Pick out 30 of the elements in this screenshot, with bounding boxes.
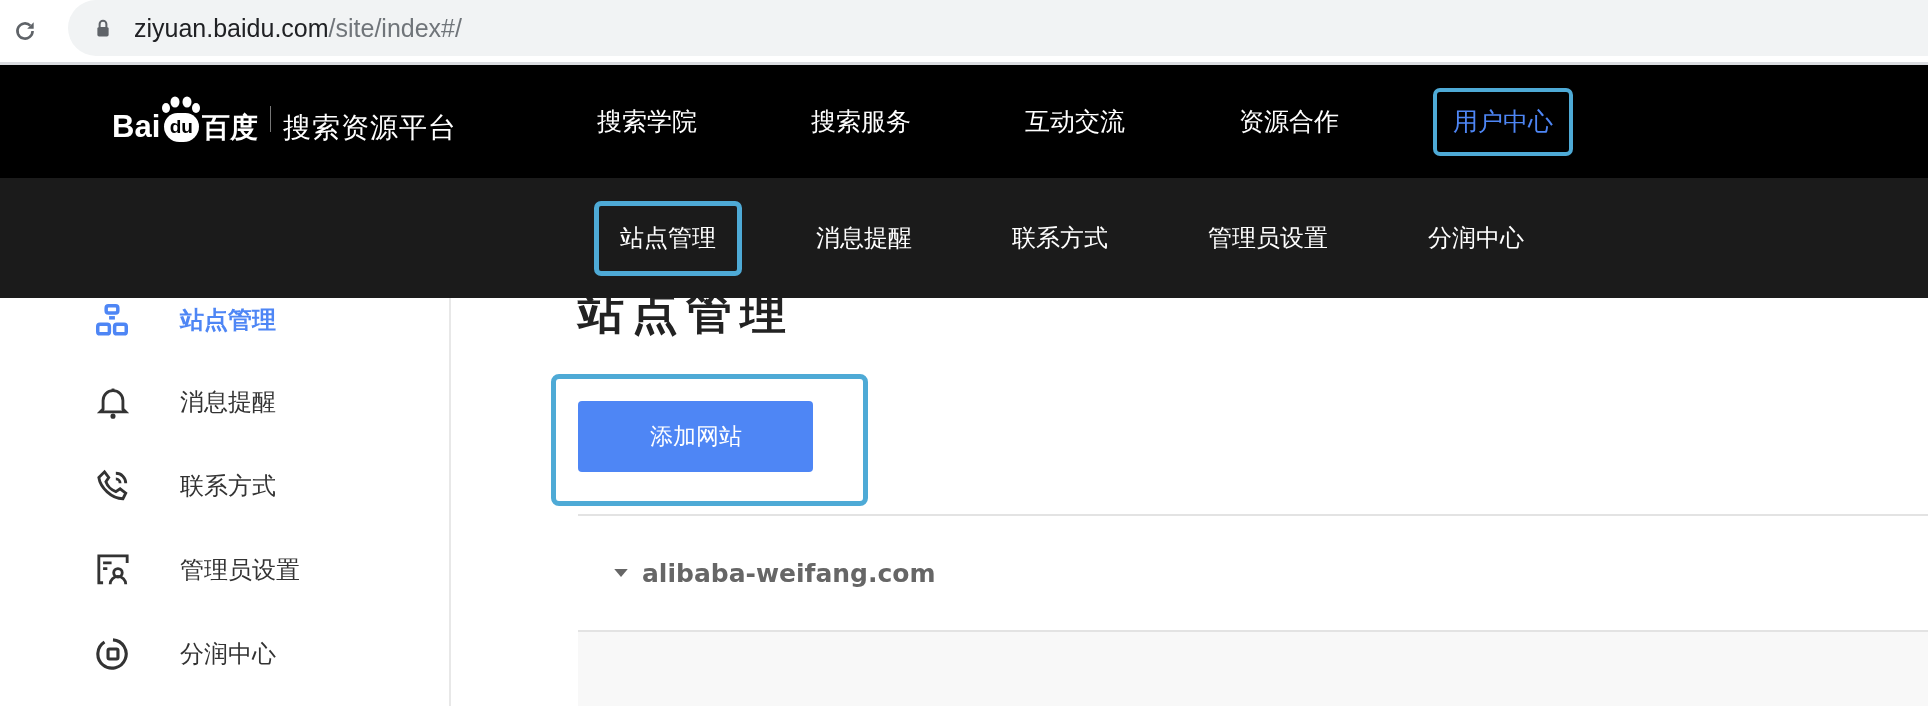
- subnav-tab[interactable]: 分润中心: [1402, 200, 1550, 276]
- nav-tab[interactable]: 互动交流: [1005, 87, 1145, 156]
- nav-tab[interactable]: 搜索服务: [791, 87, 931, 156]
- subnav-tab[interactable]: 管理员设置: [1182, 200, 1354, 276]
- logo-latin-text: Bai: [112, 110, 161, 142]
- lock-icon: [96, 19, 110, 37]
- subnav-tab[interactable]: 站点管理: [594, 200, 742, 276]
- sidebar-item[interactable]: 管理员设置: [0, 528, 449, 612]
- subnav-tab[interactable]: 消息提醒: [790, 200, 938, 276]
- circle-square-icon: [96, 637, 130, 671]
- url-host: ziyuan.baidu.com: [134, 13, 329, 43]
- platform-title: 搜索资源平台: [283, 113, 458, 142]
- nav-tab[interactable]: 用户中心: [1433, 87, 1573, 156]
- person-card-icon: [96, 553, 130, 587]
- url-path: /site/index#/: [328, 13, 462, 43]
- sidebar-item[interactable]: 消息提醒: [0, 360, 449, 444]
- paw-toes-icon: [161, 95, 202, 114]
- nav-tab[interactable]: 资源合作: [1219, 87, 1359, 156]
- logo-paw-text: du: [163, 112, 199, 142]
- grid-icon: [96, 304, 128, 336]
- nav-tab[interactable]: 搜索学院: [577, 87, 717, 156]
- subnav-tab[interactable]: 联系方式: [986, 200, 1134, 276]
- sidebar-item[interactable]: 联系方式: [0, 444, 449, 528]
- address-bar[interactable]: ziyuan.baidu.com/site/index#/: [68, 0, 1928, 56]
- site-row[interactable]: alibaba-weifang.com: [578, 514, 1928, 632]
- sidebar-item[interactable]: 分润中心: [0, 612, 449, 696]
- site-domain: alibaba-weifang.com: [642, 558, 936, 588]
- caret-icon[interactable]: [614, 568, 628, 578]
- phone-icon: [96, 469, 130, 503]
- logo-chinese-text: 百度: [202, 113, 259, 142]
